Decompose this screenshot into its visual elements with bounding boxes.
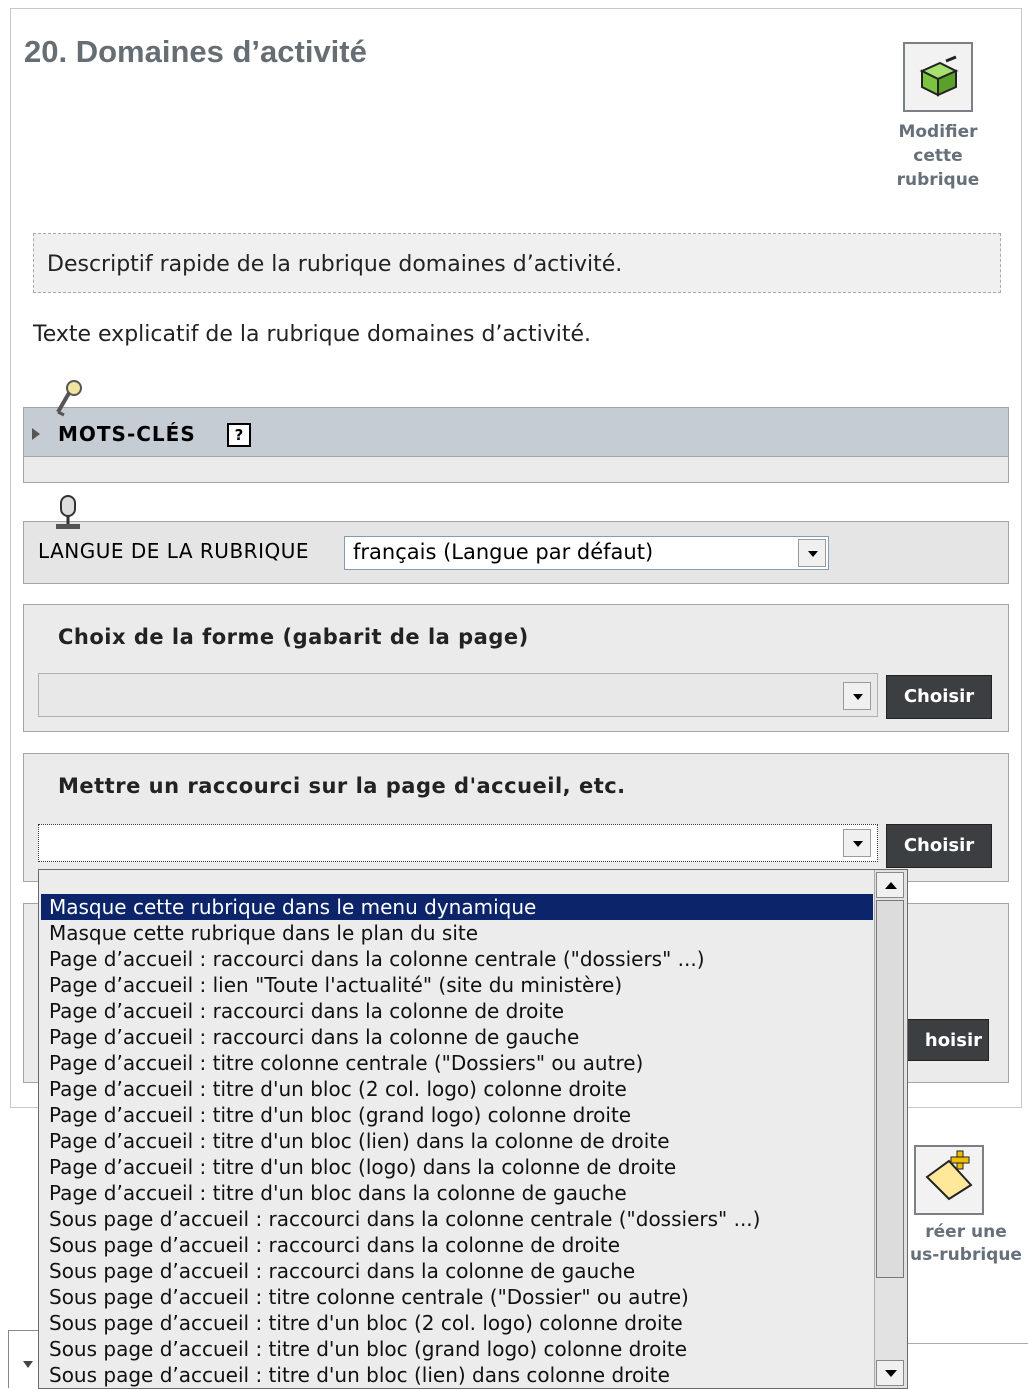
- dropdown-option[interactable]: Sous page d’accueil : raccourci dans la …: [41, 1258, 873, 1284]
- mots-cles-label: MOTS-CLÉS: [58, 422, 196, 446]
- modify-label-3: rubrique: [896, 170, 980, 190]
- dropdown-option[interactable]: Masque cette rubrique dans le menu dynam…: [41, 894, 873, 920]
- forme-panel: Choix de la forme (gabarit de la page) C…: [23, 604, 1009, 732]
- dropdown-options: Masque cette rubrique dans le menu dynam…: [41, 894, 873, 1388]
- raccourci-dropdown-list[interactable]: Masque cette rubrique dans le menu dynam…: [38, 869, 908, 1389]
- expand-triangle-icon[interactable]: [32, 428, 40, 440]
- dropdown-option[interactable]: Page d’accueil : titre colonne centrale …: [41, 1050, 873, 1076]
- modify-rubrique-button[interactable]: Modifier cette rubrique: [888, 42, 988, 192]
- langue-label: LANGUE DE LA RUBRIQUE: [38, 539, 309, 563]
- dropdown-option[interactable]: Page d’accueil : raccourci dans la colon…: [41, 998, 873, 1024]
- forme-choisir-button[interactable]: Choisir: [886, 675, 992, 719]
- dropdown-option[interactable]: Page d’accueil : titre d'un bloc (lien) …: [41, 1128, 873, 1154]
- creer-label-2: us-rubrique: [910, 1245, 1022, 1265]
- dropdown-option[interactable]: Sous page d’accueil : titre colonne cent…: [41, 1284, 873, 1310]
- creer-sous-rubrique-button[interactable]: réer une us-rubrique: [904, 1145, 1028, 1267]
- mots-cles-panel: MOTS-CLÉS ?: [23, 407, 1009, 483]
- scroll-stub[interactable]: [8, 1330, 39, 1388]
- chevron-down-icon[interactable]: [23, 1361, 33, 1368]
- texte-explicatif: Texte explicatif de la rubrique domaines…: [33, 322, 592, 347]
- mots-cles-header[interactable]: MOTS-CLÉS ?: [24, 408, 1008, 457]
- dropdown-option[interactable]: Sous page d’accueil : titre d'un bloc (2…: [41, 1310, 873, 1336]
- descriptif-text: Descriptif rapide de la rubrique domaine…: [47, 252, 623, 277]
- raccourci-title: Mettre un raccourci sur la page d'accuei…: [58, 774, 626, 798]
- chevron-down-icon[interactable]: [843, 682, 871, 710]
- modify-label-1: Modifier: [898, 122, 978, 142]
- scrollbar-thumb[interactable]: [876, 900, 904, 1278]
- dropdown-scrollbar[interactable]: [874, 870, 907, 1388]
- forme-title: Choix de la forme (gabarit de la page): [58, 625, 529, 649]
- dropdown-option[interactable]: Sous page d’accueil : raccourci dans la …: [41, 1232, 873, 1258]
- page-title: 20. Domaines d’activité: [24, 34, 367, 69]
- langue-select[interactable]: français (Langue par défaut): [344, 536, 829, 570]
- scroll-up-icon[interactable]: [876, 872, 904, 898]
- dropdown-option[interactable]: Page d’accueil : lien "Toute l'actualité…: [41, 972, 873, 998]
- raccourci-choisir-button[interactable]: Choisir: [886, 824, 992, 868]
- langue-selected: français (Langue par défaut): [353, 540, 654, 564]
- dropdown-option[interactable]: Sous page d’accueil : titre d'un bloc (g…: [41, 1336, 873, 1362]
- microphone-icon: [56, 495, 80, 529]
- creer-label-1: réer une: [925, 1222, 1007, 1242]
- dropdown-option[interactable]: Page d’accueil : raccourci dans la colon…: [41, 946, 873, 972]
- dropdown-option[interactable]: Page d’accueil : titre d'un bloc (grand …: [41, 1102, 873, 1128]
- dropdown-option[interactable]: Page d’accueil : titre d'un bloc (2 col.…: [41, 1076, 873, 1102]
- dropdown-option[interactable]: Sous page d’accueil : raccourci dans la …: [41, 1206, 873, 1232]
- chevron-down-icon[interactable]: [843, 829, 871, 857]
- dropdown-option[interactable]: Page d’accueil : raccourci dans la colon…: [41, 1024, 873, 1050]
- modify-label-2: cette: [913, 146, 963, 166]
- key-icon: [56, 380, 82, 417]
- dropdown-option[interactable]: Masque cette rubrique dans le plan du si…: [41, 920, 873, 946]
- forme-select[interactable]: [38, 673, 878, 717]
- new-folder-icon: [914, 1145, 984, 1215]
- dropdown-option[interactable]: Sous page d’accueil : titre d'un bloc (l…: [41, 1362, 873, 1388]
- right-stub: [906, 1343, 1028, 1388]
- dropdown-option[interactable]: Page d’accueil : titre d'un bloc (logo) …: [41, 1154, 873, 1180]
- chevron-down-icon[interactable]: [798, 539, 826, 567]
- descriptif-box: Descriptif rapide de la rubrique domaine…: [33, 233, 1001, 293]
- help-icon[interactable]: ?: [227, 423, 251, 447]
- box-edit-icon: [903, 42, 973, 112]
- raccourci-select[interactable]: [38, 824, 878, 862]
- scroll-down-icon[interactable]: [876, 1360, 904, 1386]
- raccourci-panel: Mettre un raccourci sur la page d'accuei…: [23, 753, 1009, 882]
- dropdown-option[interactable]: Page d’accueil : titre d'un bloc dans la…: [41, 1180, 873, 1206]
- langue-panel: LANGUE DE LA RUBRIQUE français (Langue p…: [23, 521, 1009, 584]
